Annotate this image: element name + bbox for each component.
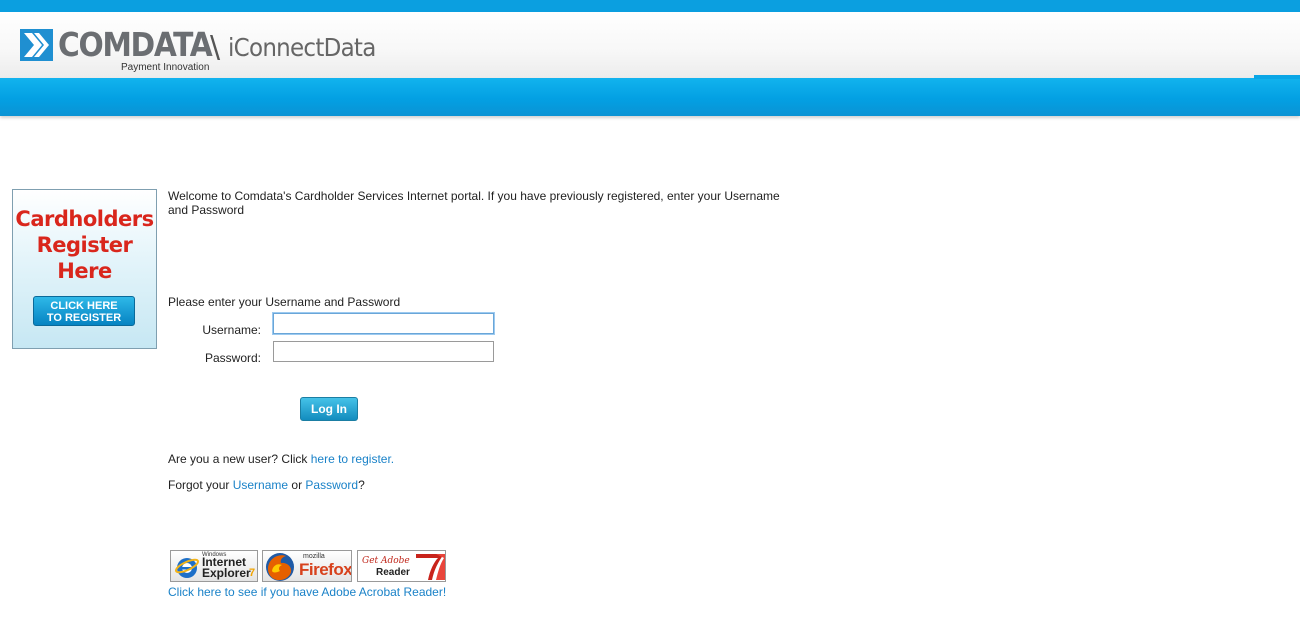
register-promo-banner[interactable]: Cardholders Register Here CLICK HERE TO … (12, 189, 157, 349)
brand-tagline: Payment Innovation (121, 62, 210, 73)
login-button[interactable]: Log In (300, 397, 358, 421)
product-name: iConnectData (228, 33, 376, 62)
register-link[interactable]: here to register. (311, 452, 394, 466)
top-accent-strip (0, 0, 1300, 12)
username-label: Username: (202, 323, 261, 337)
promo-title: Cardholders Register Here (15, 207, 154, 283)
adobe-reader-badge[interactable]: Get Adobe Reader (357, 550, 446, 582)
adobe-reader-icon (416, 554, 445, 580)
promo-register-button[interactable]: CLICK HERE TO REGISTER (33, 296, 135, 326)
header-blue-bar (0, 78, 1300, 116)
header-separator: \ (210, 30, 221, 65)
internet-explorer-badge[interactable]: Windows Internet Explorer 7 (170, 550, 258, 582)
brand-name: COMDATA (58, 25, 213, 64)
comdata-logo-icon (20, 29, 53, 61)
forgot-credentials-line: Forgot your Username or Password? (168, 478, 365, 492)
new-user-line: Are you a new user? Click here to regist… (168, 452, 395, 466)
firefox-badge[interactable]: mozilla Firefox (262, 550, 352, 582)
password-input[interactable] (273, 341, 494, 362)
forgot-username-link[interactable]: Username (233, 478, 288, 492)
firefox-icon (266, 553, 294, 581)
welcome-text: Welcome to Comdata's Cardholder Services… (168, 189, 780, 217)
internet-explorer-icon (174, 558, 200, 578)
login-prompt: Please enter your Username and Password (168, 295, 401, 309)
password-label: Password: (204, 351, 261, 365)
header-bar-notch (1254, 75, 1300, 79)
adobe-reader-check-link[interactable]: Click here to see if you have Adobe Acro… (168, 585, 446, 599)
username-input[interactable] (273, 313, 494, 334)
forgot-password-link[interactable]: Password (305, 478, 358, 492)
